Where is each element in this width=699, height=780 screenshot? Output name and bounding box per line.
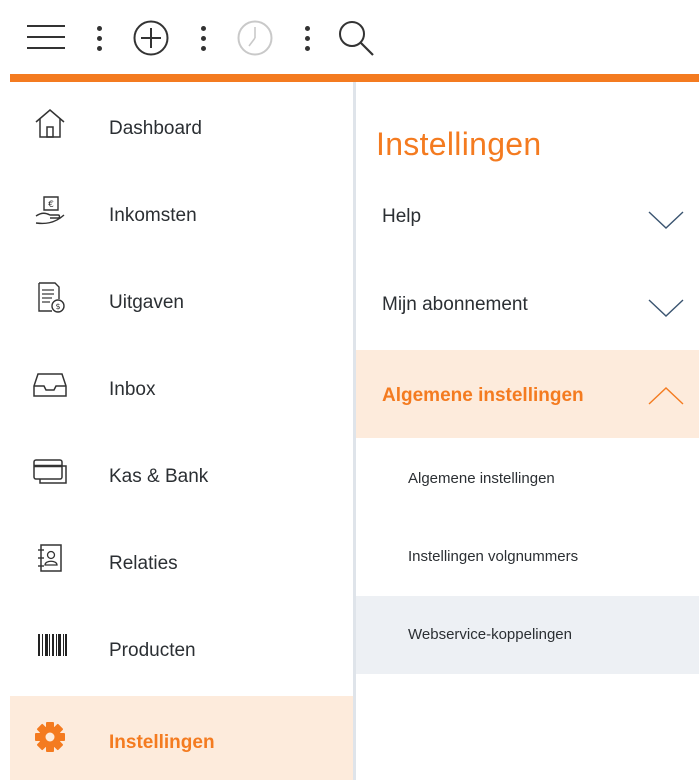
gear-icon (35, 722, 65, 752)
more-vertical-icon[interactable] (304, 24, 310, 54)
accent-bar (10, 74, 699, 82)
accordion-algemene-instellingen[interactable]: Algemene instellingen (356, 350, 699, 438)
income-hand-icon: € (35, 196, 65, 225)
subitem-label: Webservice-koppelingen (408, 626, 572, 643)
chevron-down-icon[interactable] (648, 210, 684, 230)
accordion-label: Help (382, 206, 422, 227)
sidebar-item-label: Inkomsten (109, 205, 197, 226)
sidebar-item-label: Relaties (109, 553, 178, 574)
barcode-icon (38, 634, 67, 656)
search-icon[interactable] (336, 18, 376, 58)
accordion-mijn-abonnement[interactable]: Mijn abonnement (356, 258, 699, 346)
sidebar-item-label: Inbox (109, 379, 156, 400)
credit-card-icon (33, 459, 67, 484)
top-toolbar (0, 0, 699, 74)
subitem-algemene-instellingen[interactable]: Algemene instellingen (356, 440, 699, 518)
sidebar-item-relaties[interactable]: Relaties (10, 517, 353, 604)
more-vertical-icon[interactable] (96, 24, 102, 54)
sidebar-item-instellingen[interactable]: Instellingen (10, 696, 353, 780)
sidebar-item-label: Producten (109, 640, 196, 661)
add-icon[interactable] (132, 19, 170, 57)
svg-text:$: $ (55, 302, 60, 311)
page-title: Instellingen (376, 126, 542, 162)
sidebar-item-label: Instellingen (109, 732, 215, 753)
sidebar-item-label: Dashboard (109, 118, 202, 139)
accordion-label: Mijn abonnement (382, 294, 528, 315)
chevron-down-icon[interactable] (648, 298, 684, 318)
more-vertical-icon[interactable] (200, 24, 206, 54)
subitem-webservice-koppelingen[interactable]: Webservice-koppelingen (356, 596, 699, 674)
accordion-label: Algemene instellingen (382, 385, 584, 406)
subitem-label: Algemene instellingen (408, 470, 555, 487)
subitem-instellingen-volgnummers[interactable]: Instellingen volgnummers (356, 518, 699, 596)
sidebar-item-inbox[interactable]: Inbox (10, 343, 353, 430)
svg-text:€: € (48, 200, 54, 210)
clock-icon[interactable] (236, 19, 274, 57)
settings-panel: Instellingen Help Mijn abonnement Algeme… (356, 82, 699, 780)
sidebar-item-inkomsten[interactable]: € Inkomsten (10, 169, 353, 256)
accordion-help[interactable]: Help (356, 170, 699, 258)
chevron-up-icon[interactable] (648, 386, 684, 406)
menu-icon[interactable] (26, 22, 66, 52)
sidebar-item-producten[interactable]: Producten (10, 604, 353, 691)
sidebar-item-dashboard[interactable]: Dashboard (10, 82, 353, 169)
inbox-tray-icon (33, 373, 67, 397)
sidebar-item-uitgaven[interactable]: $ Uitgaven (10, 256, 353, 343)
sidebar: Dashboard € Inkomsten $ Uitgaven Inbox K… (10, 82, 353, 780)
home-icon (35, 109, 65, 138)
subitem-label: Instellingen volgnummers (408, 548, 579, 565)
receipt-icon: $ (38, 282, 65, 313)
contacts-icon (38, 544, 62, 572)
sidebar-item-kas-bank[interactable]: Kas & Bank (10, 430, 353, 517)
sidebar-item-label: Kas & Bank (109, 466, 209, 487)
sidebar-item-label: Uitgaven (109, 292, 184, 313)
